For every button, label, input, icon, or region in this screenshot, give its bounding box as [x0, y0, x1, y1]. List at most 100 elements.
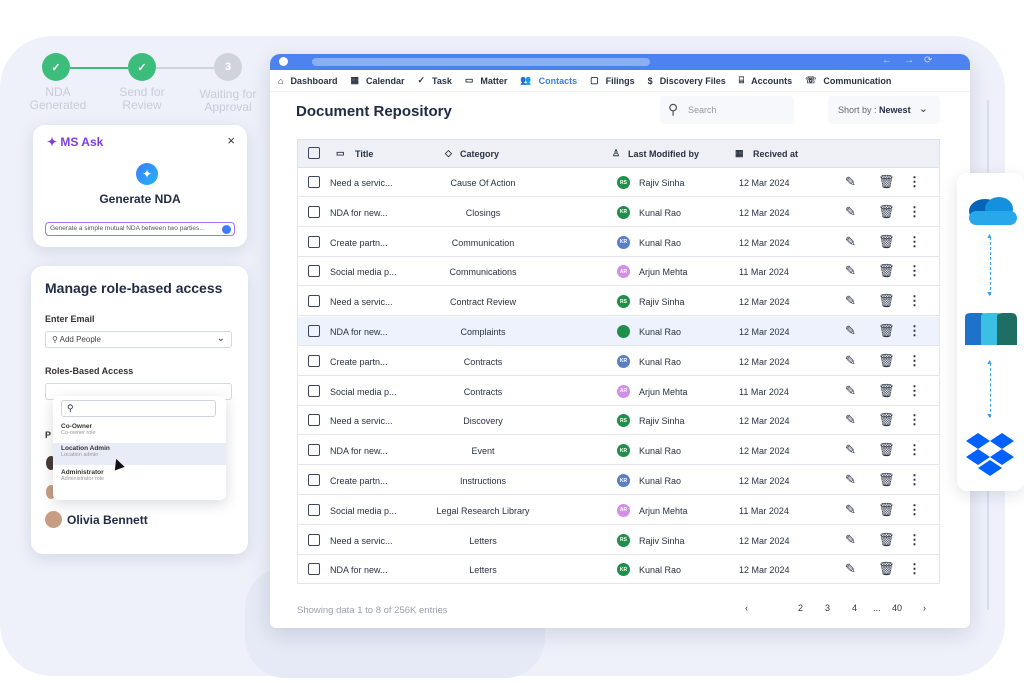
row-title[interactable]: Create partn... — [330, 357, 388, 367]
trash-icon[interactable]: 🗑 — [878, 442, 895, 458]
row-title[interactable]: Social media p... — [330, 387, 397, 397]
more-options-icon[interactable]: ⋮ — [908, 234, 921, 250]
table-row[interactable]: Create partn... Contracts KR Kunal Rao 12 Ma… — [297, 346, 940, 376]
forward-icon[interactable]: → — [904, 55, 914, 66]
page-button[interactable]: ... — [873, 603, 881, 613]
table-row[interactable]: Social media p... Contracts AR Arjun Mehta 1… — [297, 376, 940, 406]
more-options-icon[interactable]: ⋮ — [908, 353, 921, 369]
sort-dropdown[interactable]: Short by : Newest ⌄ — [828, 96, 940, 124]
row-title[interactable]: Social media p... — [330, 506, 397, 516]
row-checkbox[interactable] — [308, 503, 320, 516]
edit-icon[interactable]: ✎ — [845, 263, 856, 279]
trash-icon[interactable]: 🗑 — [878, 472, 895, 488]
row-checkbox[interactable] — [308, 325, 320, 337]
row-title[interactable]: Create partn... — [330, 238, 388, 248]
prev-page-button[interactable]: ‹ — [745, 603, 748, 613]
table-row[interactable]: Create partn... Communication KR Kunal Rao 1… — [297, 227, 940, 257]
row-checkbox[interactable] — [308, 414, 320, 427]
row-title[interactable]: Social media p... — [330, 267, 397, 277]
trash-icon[interactable]: 🗑 — [878, 412, 895, 428]
row-checkbox[interactable] — [308, 176, 320, 188]
header-received[interactable]: Recived at — [753, 149, 798, 159]
edit-icon[interactable]: ✎ — [845, 174, 856, 190]
trash-icon[interactable]: 🗑 — [878, 204, 895, 220]
edit-icon[interactable]: ✎ — [845, 532, 856, 548]
nav-item-calendar[interactable]: ▦ Calendar — [350, 75, 404, 86]
nav-item-filings[interactable]: ▢ Filings — [590, 75, 635, 86]
edit-icon[interactable]: ✎ — [845, 561, 856, 577]
nav-item-matter[interactable]: ▭ Matter — [465, 75, 508, 86]
back-icon[interactable]: ← — [882, 55, 892, 66]
more-options-icon[interactable]: ⋮ — [908, 442, 921, 458]
row-title[interactable]: Need a servic... — [330, 178, 393, 188]
row-checkbox[interactable] — [308, 354, 320, 367]
trash-icon[interactable]: 🗑 — [878, 263, 895, 279]
row-title[interactable]: Need a servic... — [330, 416, 393, 426]
role-option-location-admin[interactable]: Location Admin Location admin — [53, 443, 226, 465]
row-checkbox[interactable] — [308, 295, 320, 308]
refresh-icon[interactable]: ⟳ — [924, 55, 932, 66]
trash-icon[interactable]: 🗑 — [878, 234, 895, 250]
more-options-icon[interactable]: ⋮ — [908, 323, 921, 339]
table-row[interactable]: Social media p... Communications AR Arjun M… — [297, 257, 940, 287]
trash-icon[interactable]: 🗑 — [878, 174, 895, 190]
edit-icon[interactable]: ✎ — [845, 442, 856, 458]
trash-icon[interactable]: 🗑 — [878, 383, 895, 399]
edit-icon[interactable]: ✎ — [845, 412, 856, 428]
row-checkbox[interactable] — [308, 474, 320, 486]
table-row[interactable]: NDA for new... Complaints Kunal Rao 12 Mar … — [297, 317, 940, 346]
nav-item-discovery-files[interactable]: $ Discovery Files — [648, 76, 726, 86]
nav-item-task[interactable]: ✓ Task — [417, 75, 451, 86]
row-title[interactable]: NDA for new... — [330, 208, 388, 218]
header-last-modified[interactable]: Last Modified by — [628, 149, 699, 159]
trash-icon[interactable]: 🗑 — [878, 532, 895, 548]
more-options-icon[interactable]: ⋮ — [908, 502, 921, 518]
page-button[interactable]: 4 — [852, 603, 857, 613]
role-option-co-owner[interactable]: Co-Owner Co-owner role — [53, 421, 226, 443]
row-title[interactable]: Need a servic... — [330, 536, 393, 546]
edit-icon[interactable]: ✎ — [845, 204, 856, 220]
row-checkbox[interactable] — [308, 533, 320, 546]
nav-item-dashboard[interactable]: ⌂ Dashboard — [278, 76, 337, 86]
page-button[interactable]: 3 — [825, 603, 830, 613]
row-title[interactable]: NDA for new... — [330, 565, 388, 575]
page-button[interactable]: 2 — [798, 603, 803, 613]
nav-item-communication[interactable]: ☏ Communication — [805, 75, 891, 86]
select-all-checkbox[interactable] — [308, 147, 320, 159]
row-title[interactable]: Need a servic... — [330, 297, 393, 307]
header-category[interactable]: Category — [460, 149, 499, 159]
edit-icon[interactable]: ✎ — [845, 502, 856, 518]
more-options-icon[interactable]: ⋮ — [908, 532, 921, 548]
row-checkbox[interactable] — [308, 235, 320, 248]
dropdown-search-input[interactable]: ⚲ — [61, 400, 216, 417]
more-options-icon[interactable]: ⋮ — [908, 412, 921, 428]
table-row[interactable]: Social media p... Legal Research Library A… — [297, 495, 940, 525]
row-checkbox[interactable] — [308, 384, 320, 397]
table-row[interactable]: Need a servic... Cause Of Action RS Rajiv S… — [297, 168, 940, 197]
edit-icon[interactable]: ✎ — [845, 472, 856, 488]
table-row[interactable]: Need a servic... Letters RS Rajiv Sinha 12 M… — [297, 525, 940, 555]
table-row[interactable]: Create partn... Instructions KR Kunal Rao 12… — [297, 466, 940, 495]
trash-icon[interactable]: 🗑 — [878, 561, 895, 577]
trash-icon[interactable]: 🗑 — [878, 293, 895, 309]
search-input[interactable]: ⚲ Search — [660, 96, 794, 124]
email-field[interactable]: ⚲ Add People ⌄ — [45, 331, 232, 348]
row-checkbox[interactable] — [308, 563, 320, 576]
page-button[interactable]: 40 — [892, 603, 902, 613]
edit-icon[interactable]: ✎ — [845, 383, 856, 399]
prompt-input[interactable]: Generate a simple mutual NDA between two… — [45, 222, 235, 236]
trash-icon[interactable]: 🗑 — [878, 502, 895, 518]
next-page-button[interactable]: › — [923, 603, 926, 613]
trash-icon[interactable]: 🗑 — [878, 353, 895, 369]
table-row[interactable]: NDA for new... Closings KR Kunal Rao 12 Mar … — [297, 197, 940, 227]
edit-icon[interactable]: ✎ — [845, 234, 856, 250]
send-icon[interactable] — [222, 225, 231, 234]
nav-item-contacts[interactable]: 👥 Contacts — [520, 75, 577, 86]
more-options-icon[interactable]: ⋮ — [908, 263, 921, 279]
row-title[interactable]: NDA for new... — [330, 327, 388, 337]
more-options-icon[interactable]: ⋮ — [908, 383, 921, 399]
row-checkbox[interactable] — [308, 265, 320, 278]
row-checkbox[interactable] — [308, 205, 320, 218]
more-options-icon[interactable]: ⋮ — [908, 561, 921, 577]
close-icon[interactable]: × — [227, 133, 235, 148]
